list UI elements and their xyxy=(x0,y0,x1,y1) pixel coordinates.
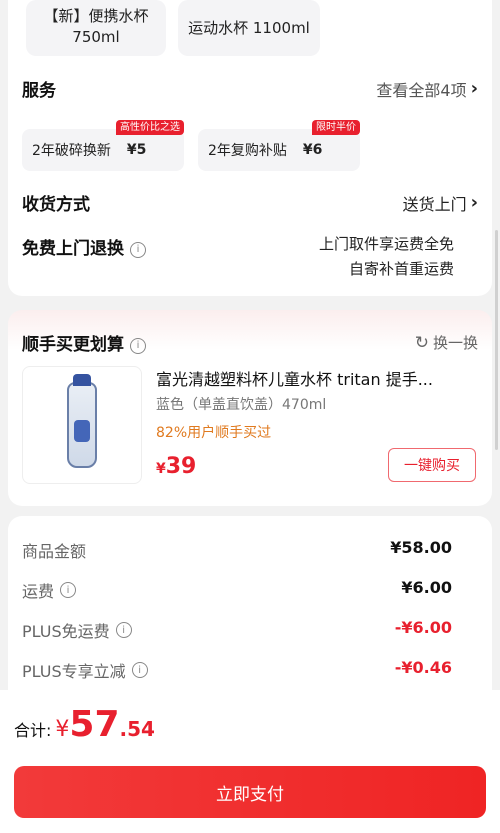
price-value: -¥6.00 xyxy=(394,618,452,637)
returns-title: 免费上门退换 xyxy=(22,239,124,259)
price-label: 商品金额 xyxy=(22,542,87,561)
service-chip-name: 2年复购补贴 xyxy=(208,143,287,159)
info-icon[interactable]: i xyxy=(130,241,146,258)
product-image[interactable] xyxy=(22,366,142,484)
bundle-title: 顺手买更划算 xyxy=(22,335,124,355)
price-row: 运费 i ¥6.00 xyxy=(22,578,452,602)
total-currency: ¥ xyxy=(55,717,70,742)
one-click-buy-button[interactable]: 一键购买 xyxy=(388,448,476,482)
returns-line2: 自寄补首重运费 xyxy=(348,260,454,278)
returns-detail: 上门取件享运费全免 自寄补首重运费 xyxy=(319,232,454,282)
variant-option-750ml[interactable]: 【新】便携水杯 750ml xyxy=(26,0,166,56)
refresh-icon: ↻ xyxy=(414,332,429,353)
service-chip-name: 2年破碎换新 xyxy=(32,143,111,159)
delivery-row[interactable]: 收货方式 送货上门 › xyxy=(22,190,478,215)
total-amount: 合计: ¥ 57 .54 xyxy=(14,704,155,745)
total-label: 合计: xyxy=(14,721,52,740)
info-icon[interactable]: i xyxy=(130,337,146,354)
product-price: ¥39 xyxy=(156,454,196,479)
chevron-right-icon: › xyxy=(470,78,478,99)
delivery-value-link[interactable]: 送货上门 › xyxy=(403,191,478,215)
price-label: 运费 xyxy=(22,582,55,601)
service-title: 服务 xyxy=(22,81,56,101)
service-chip-price: ¥5 xyxy=(126,142,147,158)
checkout-bar: 合计: ¥ 57 .54 立即支付 xyxy=(0,690,500,833)
product-spec: 蓝色（单盖直饮盖）470ml xyxy=(156,397,327,413)
service-view-all-label: 查看全部4项 xyxy=(376,80,467,100)
service-chip-tag: 高性价比之选 xyxy=(116,120,184,135)
price-label: PLUS免运费 xyxy=(22,622,110,641)
total-integer: 57 xyxy=(69,704,120,745)
returns-title-wrap: 免费上门退换 i xyxy=(22,234,146,259)
product-title[interactable]: 富光清越塑料杯儿童水杯 tritan 提手... xyxy=(156,366,433,390)
returns-line1: 上门取件享运费全免 xyxy=(318,235,454,253)
refresh-label: 换一换 xyxy=(432,334,478,352)
price-row: PLUS专享立减 i -¥0.46 xyxy=(22,658,452,682)
product-options-card: 【新】便携水杯 750ml 运动水杯 1100ml 服务 查看全部4项 › 2年… xyxy=(8,0,492,296)
service-view-all-link[interactable]: 查看全部4项 › xyxy=(376,77,478,101)
total-decimal: .54 xyxy=(119,717,155,741)
info-icon[interactable]: i xyxy=(60,582,77,598)
water-bottle-image xyxy=(67,374,97,468)
scrollbar[interactable] xyxy=(495,230,498,450)
service-chip-price: ¥6 xyxy=(302,142,323,158)
delivery-value: 送货上门 xyxy=(402,194,467,214)
price-summary-card: 商品金额 ¥58.00 运费 i ¥6.00 PLUS免运费 i -¥6.00 PL… xyxy=(8,516,492,716)
price-value: ¥6.00 xyxy=(401,578,452,597)
pay-now-button[interactable]: 立即支付 xyxy=(14,766,486,818)
price-row: PLUS免运费 i -¥6.00 xyxy=(22,618,452,642)
chevron-right-icon: › xyxy=(470,192,478,213)
variant-option-line2: 750ml xyxy=(72,28,120,46)
info-icon[interactable]: i xyxy=(115,622,132,638)
price-value: 39 xyxy=(165,454,197,479)
info-icon[interactable]: i xyxy=(131,662,148,678)
price-row: 商品金额 ¥58.00 xyxy=(22,538,452,562)
service-header: 服务 查看全部4项 › xyxy=(22,76,478,101)
variant-option-1100ml[interactable]: 运动水杯 1100ml xyxy=(178,0,320,56)
bundle-header: 顺手买更划算 i ↻ 换一换 xyxy=(22,330,478,356)
product-bought-stat: 82%用户顺手买过 xyxy=(156,425,272,441)
price-label: PLUS专享立减 xyxy=(22,662,126,681)
service-chip-tag: 限时半价 xyxy=(312,120,360,135)
price-value: ¥58.00 xyxy=(390,538,452,557)
service-chip-repurchase[interactable]: 2年复购补贴 ¥6 限时半价 xyxy=(198,120,360,171)
variant-option-label: 运动水杯 1100ml xyxy=(188,19,310,37)
service-chip-breakage[interactable]: 2年破碎换新 ¥5 高性价比之选 xyxy=(22,120,184,171)
variant-option-line1: 【新】便携水杯 xyxy=(43,7,149,25)
price-currency: ¥ xyxy=(156,461,166,477)
bundle-recommendation-card: 顺手买更划算 i ↻ 换一换 富光清越塑料杯儿童水杯 tritan 提手... 蓝… xyxy=(8,310,492,506)
refresh-button[interactable]: ↻ 换一换 xyxy=(415,332,478,353)
delivery-title: 收货方式 xyxy=(22,195,90,215)
price-value: -¥0.46 xyxy=(394,658,452,677)
